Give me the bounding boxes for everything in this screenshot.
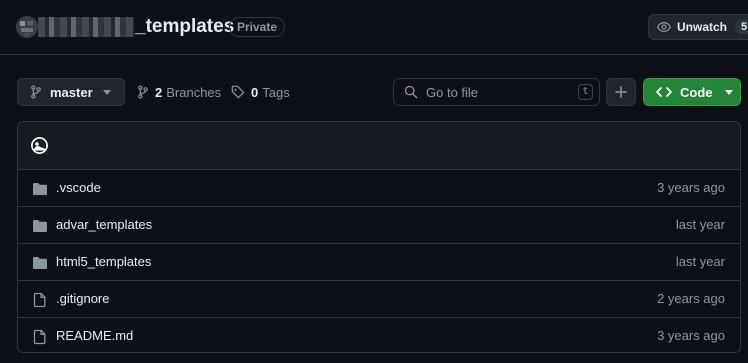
- folder-icon: [32, 218, 48, 234]
- tags-count: 0: [251, 84, 259, 100]
- tag-icon: [231, 85, 245, 99]
- eye-icon: [657, 20, 671, 34]
- code-button[interactable]: Code: [643, 78, 741, 106]
- git-branch-icon: [137, 85, 149, 99]
- file-row[interactable]: .vscode 3 years ago: [18, 170, 740, 207]
- branch-select[interactable]: master: [17, 78, 125, 106]
- branch-name: master: [50, 84, 93, 100]
- repo-title[interactable]: _templates: [38, 16, 234, 38]
- branches-label: Branches: [166, 84, 222, 100]
- redacted-owner-name: [38, 17, 134, 37]
- file-table: .vscode 3 years ago advar_templates last…: [17, 121, 741, 353]
- add-file-button[interactable]: [606, 78, 636, 106]
- tags-label: Tags: [262, 84, 290, 100]
- file-icon: [32, 292, 48, 308]
- file-row[interactable]: html5_templates last year: [18, 244, 740, 281]
- folder-icon: [32, 255, 48, 271]
- file-updated: 3 years ago: [657, 180, 725, 195]
- branches-link[interactable]: 2 Branches: [137, 78, 221, 106]
- watcher-count: 5: [735, 20, 748, 34]
- file-updated: 2 years ago: [657, 291, 725, 306]
- folder-icon: [32, 181, 48, 197]
- committer-avatar[interactable]: [31, 137, 48, 154]
- file-updated: 3 years ago: [657, 328, 725, 343]
- latest-commit-header: [18, 122, 740, 170]
- repo-header: _templates Private Unwatch 5: [0, 0, 748, 55]
- file-row[interactable]: .gitignore 2 years ago: [18, 281, 740, 318]
- file-name[interactable]: .vscode: [56, 180, 101, 195]
- git-branch-icon: [30, 85, 42, 99]
- owner-avatar[interactable]: [16, 16, 38, 38]
- visibility-badge: Private: [229, 17, 286, 37]
- code-label: Code: [680, 84, 713, 100]
- tags-link[interactable]: 0 Tags: [231, 78, 290, 106]
- keyboard-shortcut-hint: t: [578, 84, 593, 100]
- chevron-down-icon: [102, 89, 111, 95]
- file-updated: last year: [675, 254, 725, 269]
- plus-icon: [615, 86, 627, 98]
- file-name[interactable]: html5_templates: [56, 254, 151, 269]
- branches-count: 2: [155, 84, 163, 100]
- file-updated: last year: [675, 217, 725, 232]
- unwatch-button[interactable]: Unwatch 5: [648, 14, 748, 40]
- file-name[interactable]: .gitignore: [56, 291, 109, 306]
- file-row[interactable]: README.md 3 years ago: [18, 318, 740, 352]
- file-row[interactable]: advar_templates last year: [18, 207, 740, 244]
- code-icon: [656, 86, 672, 98]
- file-name[interactable]: README.md: [56, 328, 133, 343]
- go-to-file-input[interactable]: Go to file t: [393, 78, 600, 106]
- search-icon: [404, 85, 418, 99]
- unwatch-label: Unwatch: [677, 20, 728, 34]
- file-icon: [32, 329, 48, 345]
- search-placeholder: Go to file: [426, 84, 479, 100]
- chevron-down-icon: [724, 89, 733, 95]
- repo-name[interactable]: _templates: [135, 16, 234, 38]
- file-name[interactable]: advar_templates: [56, 217, 152, 232]
